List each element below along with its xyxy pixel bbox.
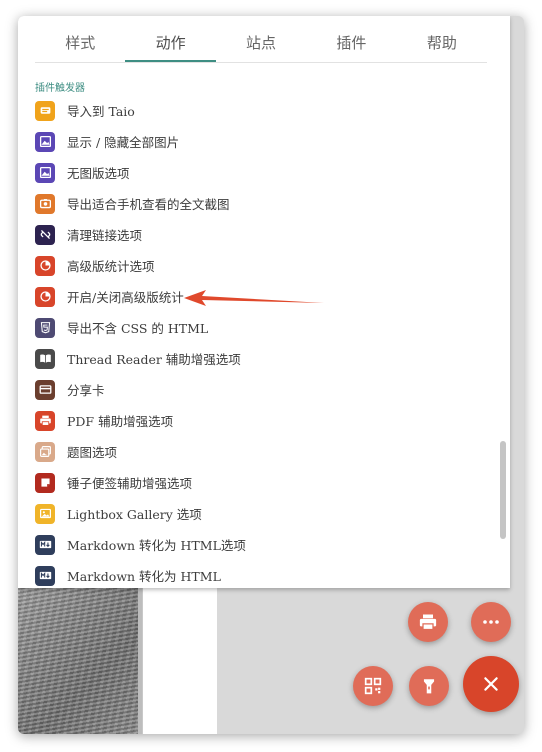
list-item[interactable]: 清理链接选项 — [33, 219, 493, 250]
list-item[interactable]: 高级版统计选项 — [33, 250, 493, 281]
list-item[interactable]: 分享卡 — [33, 374, 493, 405]
html5-icon — [35, 317, 55, 338]
item-label: Thread Reader 辅助增强选项 — [67, 352, 241, 367]
list-item[interactable]: Markdown 转化为 HTML选项 — [33, 529, 493, 560]
app-window: 样式 动作 站点 插件 帮助 插件触发器 导入到 Taio 显示 / 隐藏全部图… — [18, 16, 524, 734]
item-label: 导出不含 CSS 的 HTML — [67, 321, 209, 336]
card-icon — [35, 379, 55, 400]
printer-icon — [35, 410, 55, 431]
printer-icon — [419, 614, 437, 631]
note-icon — [35, 472, 55, 493]
background-page — [142, 586, 217, 734]
flashlight-icon — [423, 679, 435, 694]
list-item[interactable]: Lightbox Gallery 选项 — [33, 498, 493, 529]
markdown-icon — [35, 565, 55, 586]
tab-style[interactable]: 样式 — [35, 28, 125, 62]
book-icon — [35, 348, 55, 369]
list-item[interactable]: 导出不含 CSS 的 HTML — [33, 312, 493, 343]
list-item[interactable]: Markdown 转化为 HTML — [33, 560, 493, 591]
camera-icon — [35, 193, 55, 214]
plugin-trigger-list: 导入到 Taio 显示 / 隐藏全部图片 无图版选项 导出适合手机查看的全文截图 — [33, 95, 493, 591]
item-label: 题图选项 — [67, 445, 118, 460]
item-label: 导出适合手机查看的全文截图 — [67, 197, 230, 212]
link-off-icon — [35, 224, 55, 245]
background-photo — [18, 586, 138, 734]
item-label: 显示 / 隐藏全部图片 — [67, 135, 180, 150]
list-item[interactable]: 导入到 Taio — [33, 95, 493, 126]
list-item[interactable]: 导出适合手机查看的全文截图 — [33, 188, 493, 219]
flashlight-fab[interactable] — [409, 666, 449, 706]
list-item[interactable]: Thread Reader 辅助增强选项 — [33, 343, 493, 374]
qr-code-icon — [364, 677, 382, 695]
annotation-arrow — [184, 290, 324, 306]
list-item[interactable]: 锤子便签辅助增强选项 — [33, 467, 493, 498]
item-label: Markdown 转化为 HTML选项 — [67, 538, 246, 553]
item-label: 无图版选项 — [67, 166, 130, 181]
item-label: 导入到 Taio — [67, 104, 135, 119]
more-fab[interactable] — [471, 602, 511, 642]
markdown-icon — [35, 534, 55, 555]
item-label: 分享卡 — [67, 383, 105, 398]
item-label: Lightbox Gallery 选项 — [67, 507, 202, 522]
pie-chart-icon — [35, 286, 55, 307]
pie-chart-icon — [35, 255, 55, 276]
item-label: 高级版统计选项 — [67, 259, 155, 274]
print-fab[interactable] — [408, 602, 448, 642]
list-item[interactable]: 显示 / 隐藏全部图片 — [33, 126, 493, 157]
close-icon — [484, 677, 498, 691]
item-label: 开启/关闭高级版统计 — [67, 290, 184, 305]
image-icon — [35, 162, 55, 183]
gallery-icon — [35, 503, 55, 524]
item-label: Markdown 转化为 HTML — [67, 569, 221, 584]
scrollbar-thumb[interactable] — [500, 441, 506, 539]
list-item[interactable]: PDF 辅助增强选项 — [33, 405, 493, 436]
item-label: 清理链接选项 — [67, 228, 143, 243]
images-icon — [35, 441, 55, 462]
list-item[interactable]: 无图版选项 — [33, 157, 493, 188]
close-fab[interactable] — [463, 656, 519, 712]
more-icon — [483, 620, 499, 624]
list-item[interactable]: 题图选项 — [33, 436, 493, 467]
taio-icon — [35, 100, 55, 121]
tab-help[interactable]: 帮助 — [397, 28, 487, 62]
image-icon — [35, 131, 55, 152]
actions-panel: 样式 动作 站点 插件 帮助 插件触发器 导入到 Taio 显示 / 隐藏全部图… — [18, 16, 510, 588]
qr-code-fab[interactable] — [353, 666, 393, 706]
section-heading: 插件触发器 — [35, 83, 85, 94]
tab-sites[interactable]: 站点 — [216, 28, 306, 62]
tab-bar: 样式 动作 站点 插件 帮助 — [35, 28, 487, 63]
item-label: 锤子便签辅助增强选项 — [67, 476, 193, 491]
tab-plugins[interactable]: 插件 — [306, 28, 396, 62]
item-label: PDF 辅助增强选项 — [67, 414, 174, 429]
tab-actions[interactable]: 动作 — [125, 28, 216, 62]
